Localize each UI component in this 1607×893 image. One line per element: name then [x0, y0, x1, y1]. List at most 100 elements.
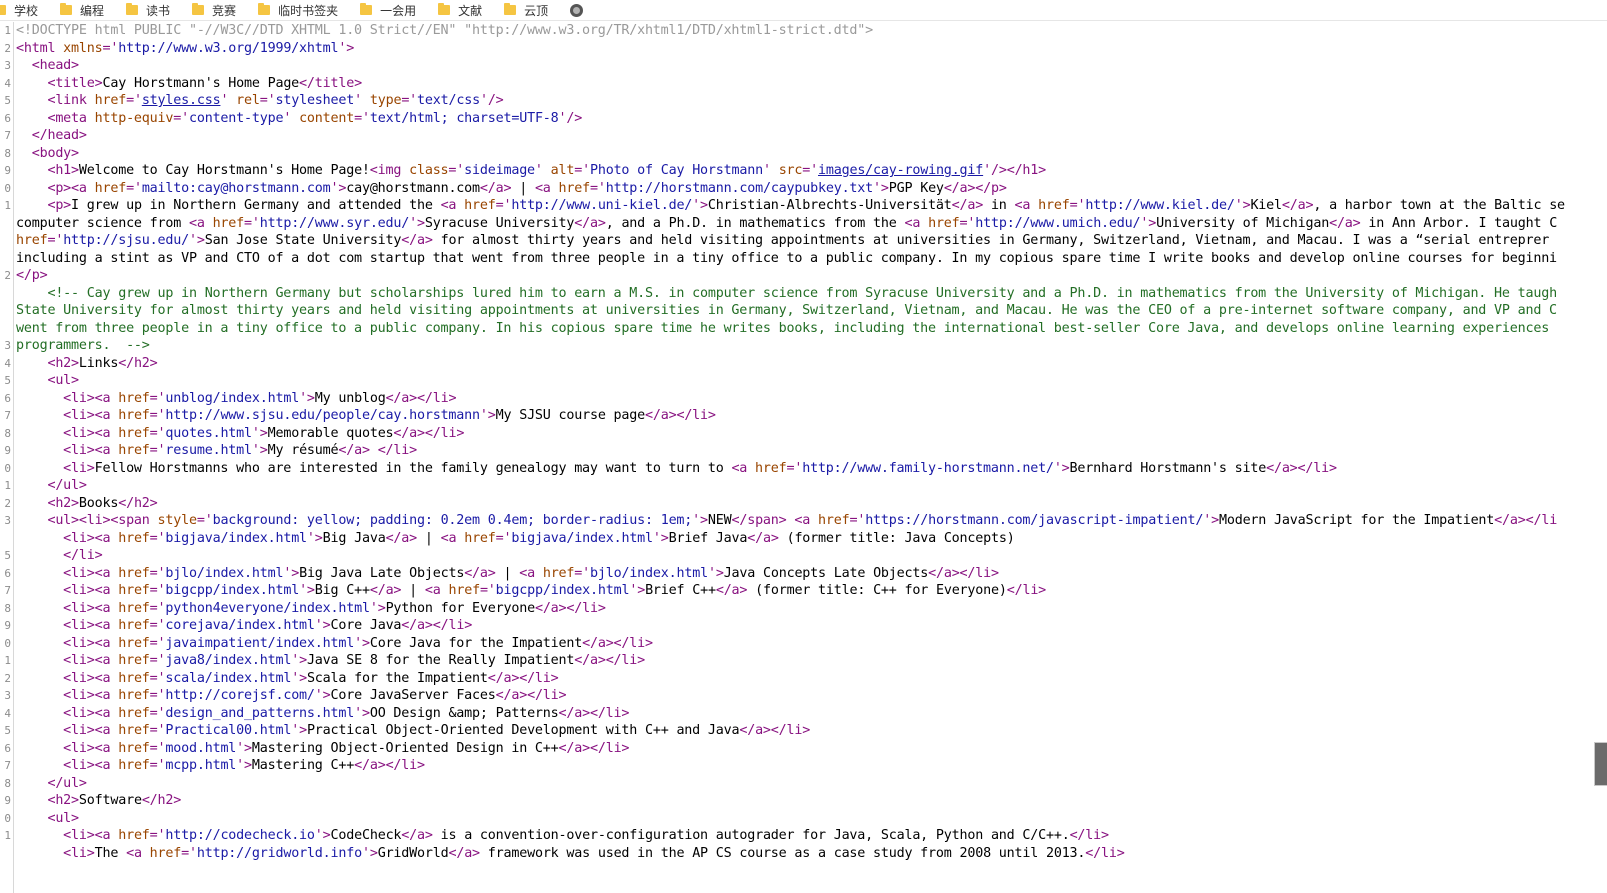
code-token: </a> — [401, 233, 433, 248]
line-number: 3 — [4, 689, 11, 702]
code-token: =' — [149, 600, 166, 616]
side-widget-tab[interactable] — [1594, 742, 1607, 786]
code-token: <body> — [31, 145, 79, 161]
code-token: mcpp.html — [165, 758, 237, 773]
code-token: href — [118, 618, 150, 633]
code-token: =' — [181, 845, 197, 861]
bookmark-item[interactable]: 竞赛 — [192, 0, 236, 20]
code-token: =' — [495, 198, 512, 213]
code-token: </a> — [401, 828, 433, 843]
bookmark-item[interactable]: 云顶 — [504, 0, 548, 20]
source-line: <h2>Books</h2> — [16, 495, 1607, 513]
code-token: </a></li> — [739, 723, 811, 738]
source-link[interactable]: images/cay-rowing.gif — [818, 163, 983, 178]
code-token: '> — [283, 565, 300, 581]
code-token: '> — [306, 530, 323, 546]
folder-icon — [192, 3, 205, 15]
bookmark-item[interactable] — [570, 0, 584, 20]
line-number: 9 — [4, 619, 11, 632]
code-token: in Ann Arbor. I taught C — [1360, 215, 1558, 231]
source-line: State University for almost thirty years… — [16, 302, 1607, 320]
bookmark-item[interactable]: 学校 — [0, 0, 38, 20]
source-line: <li><a href='http://codecheck.io'>CodeCh… — [16, 827, 1607, 845]
code-token: type — [369, 93, 402, 108]
line-number: 4 — [4, 76, 11, 90]
code-token: <li><a — [63, 443, 119, 458]
bookmark-item[interactable]: 一会用 — [360, 0, 416, 20]
code-token: '> — [1203, 513, 1219, 528]
code-token: href — [1038, 198, 1070, 213]
line-number: 7 — [4, 129, 11, 142]
code-token: href — [118, 408, 150, 423]
code-token: | — [511, 180, 535, 196]
code-token: bigcpp/index.html — [165, 583, 300, 598]
code-token: Christian-Albrechts-Universität — [707, 198, 952, 213]
code-token: Core Java — [330, 618, 402, 633]
line-number: 4 — [4, 706, 11, 720]
line-number — [0, 530, 13, 548]
line-number: 5 — [4, 724, 11, 737]
code-token: '> — [314, 688, 331, 703]
code-token: '> — [369, 600, 386, 616]
code-token: scala/index.html — [165, 670, 292, 686]
source-link[interactable]: styles.css — [142, 93, 221, 108]
code-token: </a></li> — [645, 408, 716, 423]
line-number: 3 — [4, 59, 11, 72]
line-number — [0, 285, 13, 303]
code-token: </head> — [31, 128, 87, 143]
source-line: <li><a href='bigjava/index.html'>Big Jav… — [16, 530, 1607, 548]
bookmark-item[interactable]: 文献 — [438, 0, 482, 20]
code-token: '> — [299, 583, 315, 598]
code-token: <li><a — [63, 688, 119, 703]
line-number — [0, 215, 13, 233]
folder-icon — [258, 3, 271, 15]
bookmark-label: 文献 — [458, 3, 483, 18]
code-token: <h1> — [47, 163, 79, 178]
code-token: href — [118, 670, 150, 686]
code-token: , and a Ph.D. in mathematics from the — [605, 215, 905, 231]
code-token: computer science from — [16, 215, 189, 231]
code-token: '> — [251, 443, 268, 458]
code-token: Mastering C++ — [251, 758, 355, 773]
bookmark-label: 编程 — [80, 3, 105, 18]
code-token: =' — [126, 93, 142, 108]
code-token: <li><a — [63, 635, 119, 651]
code-token: </title> — [299, 75, 362, 91]
source-line: <p>I grew up in Northern Germany and att… — [16, 197, 1607, 215]
code-token: <a — [904, 215, 929, 231]
code-token: =' — [149, 408, 166, 423]
code-token: Software — [78, 793, 142, 808]
code-token: <head> — [31, 58, 79, 73]
bookmark-item[interactable]: 临时书签夹 — [258, 0, 338, 20]
code-token: =' — [259, 93, 276, 108]
code-token: <a — [534, 180, 559, 196]
folder-icon — [60, 3, 73, 15]
code-token: </li> — [1085, 845, 1125, 861]
bookmark-item[interactable]: 编程 — [60, 0, 104, 20]
code-token: href — [558, 180, 591, 196]
code-token: <p><a — [47, 180, 95, 196]
code-token: href — [94, 93, 127, 108]
line-number: 2 — [4, 41, 11, 55]
source-line: <li><a href='http://www.sjsu.edu/people/… — [16, 407, 1607, 425]
code-token: <li><a — [63, 758, 119, 773]
code-token: <li><a — [63, 618, 119, 633]
code-token: </a></li> — [385, 390, 457, 406]
code-token: =' — [479, 583, 496, 598]
bookmark-item[interactable]: 读书 — [126, 0, 170, 20]
code-token: <li><a — [63, 705, 119, 721]
code-token: href — [118, 688, 150, 703]
line-number: 0 — [4, 461, 11, 475]
code-token: <li><a — [63, 408, 119, 423]
code-token: </a></li> — [558, 705, 630, 721]
code-token: '> — [188, 233, 205, 248]
line-number: 2 — [4, 671, 11, 685]
source-line: <li><a href='mcpp.html'>Mastering C++</a… — [16, 757, 1607, 775]
code-token: <li><a — [63, 740, 119, 756]
code-token: '> — [291, 670, 307, 686]
code-token: bigjava/index.html — [165, 530, 307, 546]
